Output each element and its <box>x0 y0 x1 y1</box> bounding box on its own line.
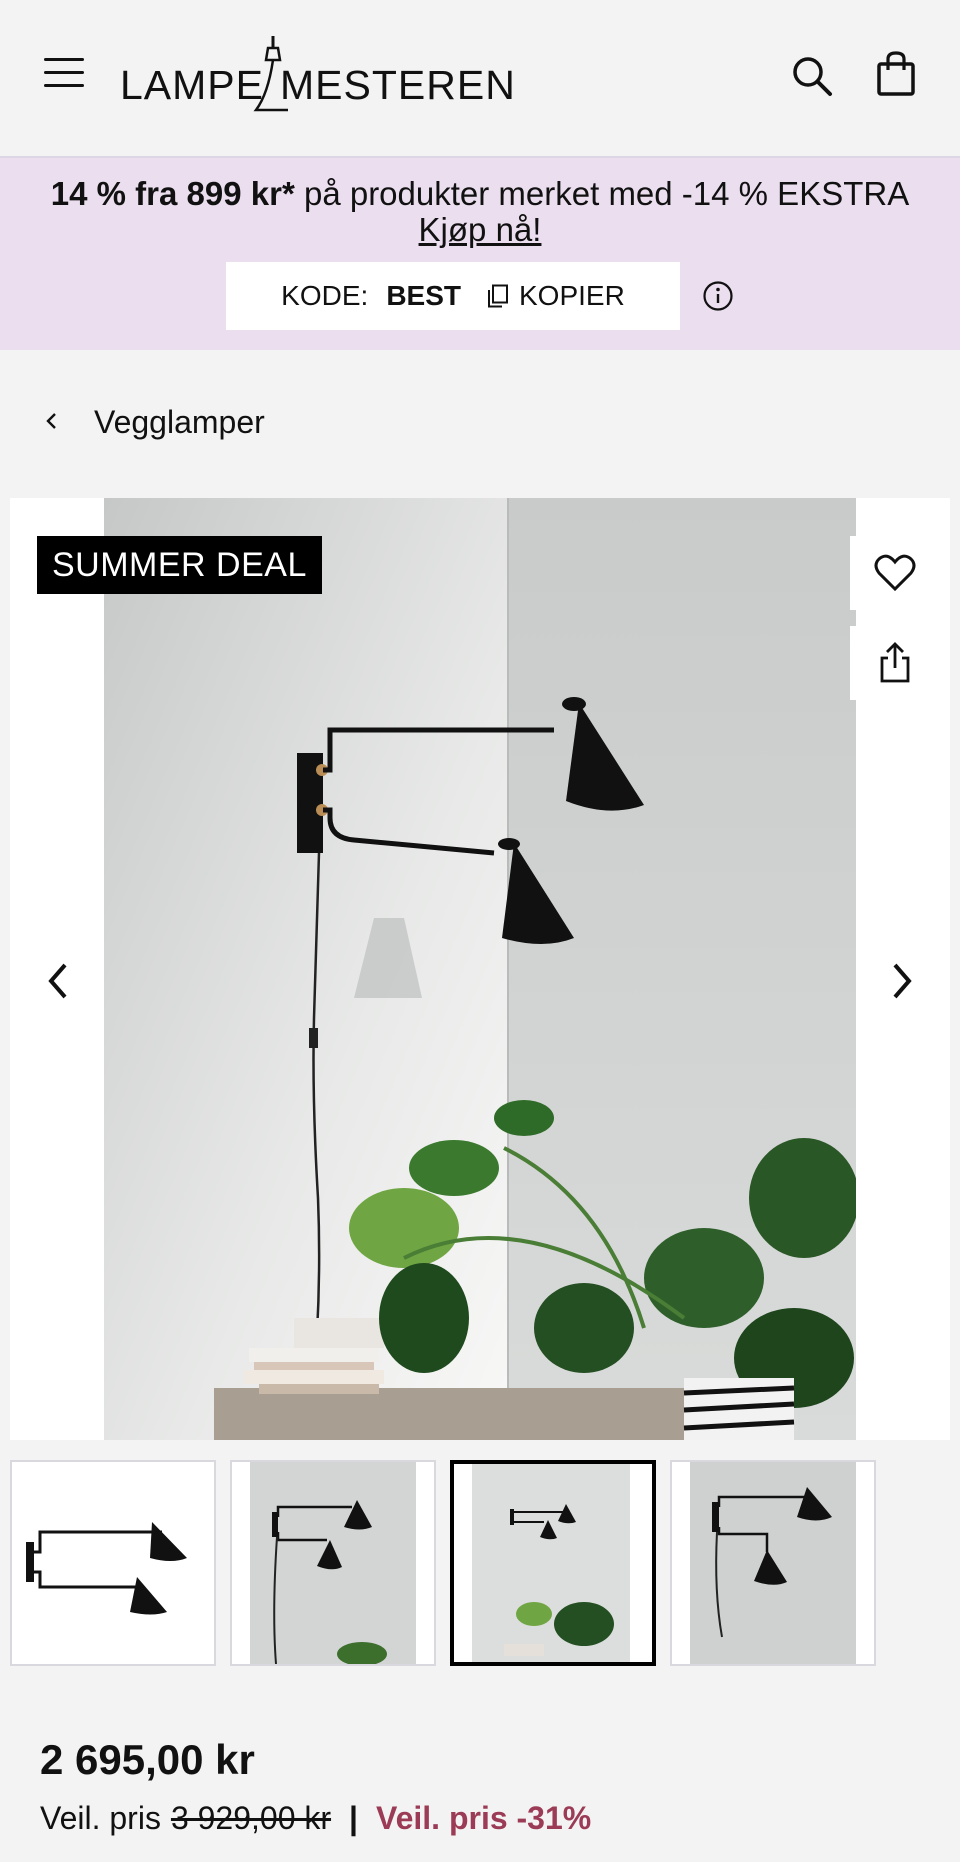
recommended-price-label: Veil. pris <box>40 1800 161 1836</box>
info-icon[interactable] <box>702 280 734 312</box>
promo-description: på produkter merket med -14 % EKSTRA <box>294 175 910 212</box>
summer-deal-badge: SUMMER DEAL <box>37 536 322 594</box>
thumbnail-2[interactable] <box>230 1460 436 1666</box>
promo-text: 14 % fra 899 kr* på produkter merket med… <box>40 176 920 248</box>
breadcrumb[interactable]: Vegglamper <box>44 400 265 444</box>
code-value: BEST <box>386 280 461 311</box>
code-label: KODE: <box>281 280 369 311</box>
recommended-price: 3 929,00 kr <box>170 1800 332 1836</box>
product-price: 2 695,00 kr <box>40 1736 255 1783</box>
promo-banner: 14 % fra 899 kr* på produkter merket med… <box>0 158 960 350</box>
shopping-bag-icon[interactable] <box>874 50 918 98</box>
copy-button[interactable]: KOPIER <box>519 280 625 312</box>
promo-highlight: 14 % fra 899 kr* <box>50 175 295 212</box>
product-photo <box>104 498 856 1440</box>
thumbnail-4[interactable] <box>670 1460 876 1666</box>
logo-text-right: MESTEREN <box>280 62 516 108</box>
product-image-gallery[interactable]: SUMMER DEAL <box>10 498 950 1440</box>
chevron-left-icon[interactable] <box>10 936 106 1026</box>
price-separator: | <box>349 1800 358 1836</box>
site-header: LAMPE MESTEREN <box>0 0 960 158</box>
chevron-right-icon[interactable] <box>854 936 950 1026</box>
thumbnail-3[interactable] <box>450 1460 656 1666</box>
discount-code-box[interactable]: KODE: BEST KOPIER <box>226 262 680 330</box>
price-comparison: Veil. pris 3 929,00 kr | Veil. pris -31% <box>40 1800 591 1837</box>
thumbnail-1[interactable] <box>10 1460 216 1666</box>
promo-cta-link[interactable]: Kjøp nå! <box>419 211 542 248</box>
discount-percentage: Veil. pris -31% <box>376 1800 592 1836</box>
share-icon[interactable] <box>850 626 940 700</box>
heart-icon[interactable] <box>850 536 940 610</box>
chevron-left-icon[interactable] <box>44 407 94 438</box>
search-icon[interactable] <box>790 54 834 98</box>
logo-text-left: LAMPE <box>120 62 264 108</box>
breadcrumb-category[interactable]: Vegglamper <box>94 404 265 441</box>
site-logo[interactable]: LAMPE MESTEREN <box>120 34 515 114</box>
hamburger-menu-icon[interactable] <box>44 58 84 88</box>
copy-icon[interactable] <box>487 284 509 308</box>
